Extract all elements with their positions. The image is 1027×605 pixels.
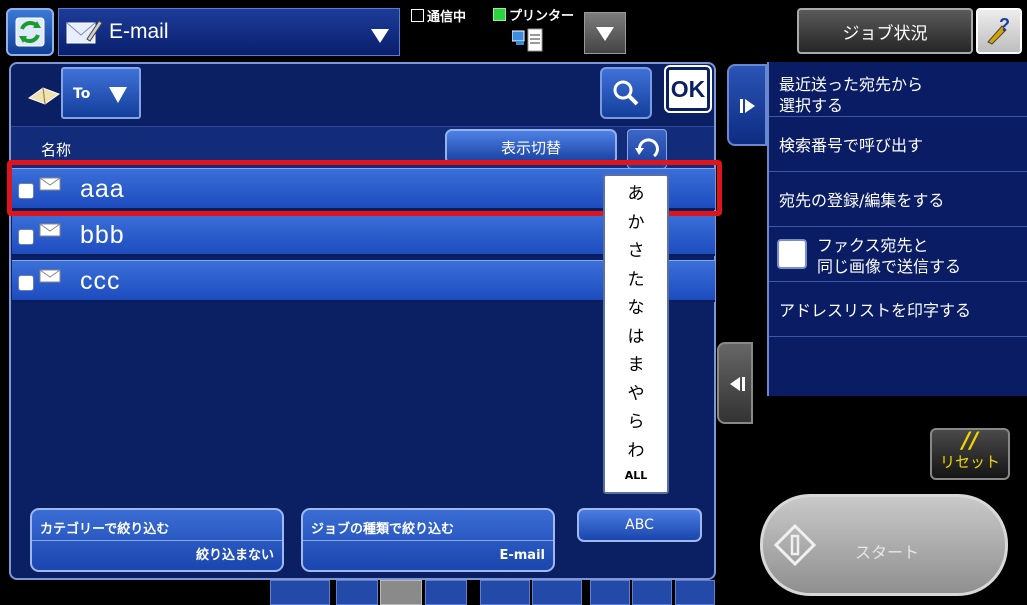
kana-index-item[interactable]: ま <box>628 351 645 380</box>
kana-index-item[interactable]: は <box>628 323 645 352</box>
side-menu: 最近送った宛先から 選択する 検索番号で呼び出す 宛先の登録/編集をする ファク… <box>767 62 1027 396</box>
help-icon: ? <box>987 16 1010 45</box>
play-left-icon <box>730 377 745 391</box>
address-name: bbb <box>80 221 125 249</box>
printer-status: プリンター <box>493 5 574 24</box>
printer-status-indicator <box>493 8 506 21</box>
collapse-menu-tab[interactable] <box>727 64 767 146</box>
address-name: ccc <box>80 267 121 295</box>
toolbar-slot[interactable] <box>425 580 467 605</box>
jobtype-filter-value: E-mail <box>499 548 545 563</box>
help-button[interactable]: ? <box>976 8 1022 54</box>
address-type-label: To <box>73 86 91 102</box>
status-dropdown[interactable] <box>584 12 626 54</box>
toolbar-slot[interactable] <box>336 580 378 605</box>
jobtype-filter-title: ジョブの種類で絞り込む <box>311 522 455 537</box>
email-envelope-icon <box>39 223 61 237</box>
kana-index-item[interactable]: な <box>628 294 645 323</box>
column-header-name: 名称 <box>41 141 72 159</box>
top-bar: E-mail 通信中 プリンター ジョブ状況 ? <box>0 0 1027 62</box>
kana-index-item[interactable]: さ <box>628 237 645 266</box>
category-filter-value: 絞り込まない <box>195 548 274 563</box>
divider <box>32 540 282 541</box>
reset-icon: // <box>961 429 979 454</box>
kana-index-item[interactable]: た <box>628 266 645 295</box>
kana-index-item[interactable]: わ <box>628 437 645 466</box>
toolbar-slot[interactable] <box>270 580 330 605</box>
play-right-icon <box>740 99 755 113</box>
fax-same-image-checkbox[interactable] <box>777 239 807 269</box>
chevron-down-icon <box>596 27 614 41</box>
kana-index-item[interactable]: や <box>628 380 645 409</box>
divider <box>303 540 553 541</box>
job-status-button[interactable]: ジョブ状況 <box>797 8 973 54</box>
expand-menu-tab[interactable] <box>717 342 753 424</box>
row-checkbox[interactable] <box>18 229 34 245</box>
toolbar-slot[interactable] <box>380 580 422 605</box>
category-filter-title: カテゴリーで絞り込む <box>40 522 170 537</box>
bottom-toolbar <box>270 580 715 605</box>
mode-label: E-mail <box>109 20 169 43</box>
chevron-down-icon <box>109 87 127 103</box>
job-status-label: ジョブ状況 <box>842 23 928 44</box>
kana-index-item[interactable]: か <box>628 209 645 238</box>
reset-label: リセット <box>939 453 1000 471</box>
toolbar-slot[interactable] <box>532 580 582 605</box>
mode-select[interactable]: E-mail <box>58 8 400 56</box>
comm-status-label: 通信中 <box>427 10 467 25</box>
comm-status: 通信中 <box>411 6 466 25</box>
menu-fax-same-image[interactable]: ファクス宛先と 同じ画像で送信する <box>769 227 1027 282</box>
row-checkbox[interactable] <box>18 275 34 291</box>
category-filter-button[interactable]: カテゴリーで絞り込む 絞り込まない <box>30 508 284 572</box>
menu-search-number[interactable]: 検索番号で呼び出す <box>769 117 1027 172</box>
start-diamond-icon <box>773 523 817 567</box>
address-book-icon <box>27 87 61 105</box>
jobtype-filter-button[interactable]: ジョブの種類で絞り込む E-mail <box>301 508 555 572</box>
kana-index-item[interactable]: ら <box>628 408 645 437</box>
menu-recent-destinations[interactable]: 最近送った宛先から 選択する <box>769 62 1027 117</box>
toolbar-slot[interactable] <box>480 580 530 605</box>
kana-index-all[interactable]: ALL <box>625 469 648 482</box>
menu-register-edit[interactable]: 宛先の登録/編集をする <box>769 172 1027 227</box>
svg-text:?: ? <box>999 16 1010 35</box>
menu-print-address-list[interactable]: アドレスリストを印字する <box>769 282 1027 337</box>
search-button[interactable] <box>600 67 652 119</box>
start-label: スタート <box>855 543 920 562</box>
address-type-select[interactable]: To <box>61 67 141 119</box>
kana-index-item[interactable]: あ <box>628 180 645 209</box>
mode-switch-icon[interactable] <box>6 8 54 56</box>
start-button[interactable]: スタート <box>760 494 1008 596</box>
email-envelope-icon <box>39 269 61 283</box>
chevron-down-icon <box>371 29 389 43</box>
comm-status-indicator <box>411 9 424 22</box>
fax-same-image-label: ファクス宛先と 同じ画像で送信する <box>817 236 962 276</box>
ok-button[interactable]: OK <box>664 65 712 113</box>
reset-button[interactable]: // リセット <box>930 428 1010 480</box>
ok-label: OK <box>670 75 706 102</box>
toolbar-slot[interactable] <box>590 580 630 605</box>
abc-index-button[interactable]: ABC <box>577 508 702 542</box>
search-icon <box>613 80 639 106</box>
toolbar-slot[interactable] <box>632 580 672 605</box>
undo-icon <box>635 138 659 158</box>
abc-label: ABC <box>625 517 654 533</box>
email-pen-icon <box>66 20 103 44</box>
toggle-view-label: 表示切替 <box>500 138 561 157</box>
toolbar-slot[interactable] <box>675 580 715 605</box>
printer-status-label: プリンター <box>509 9 575 24</box>
kana-index-bar: あ か さ た な は ま や ら わ ALL <box>603 174 669 494</box>
printer-job-icon <box>512 28 543 52</box>
